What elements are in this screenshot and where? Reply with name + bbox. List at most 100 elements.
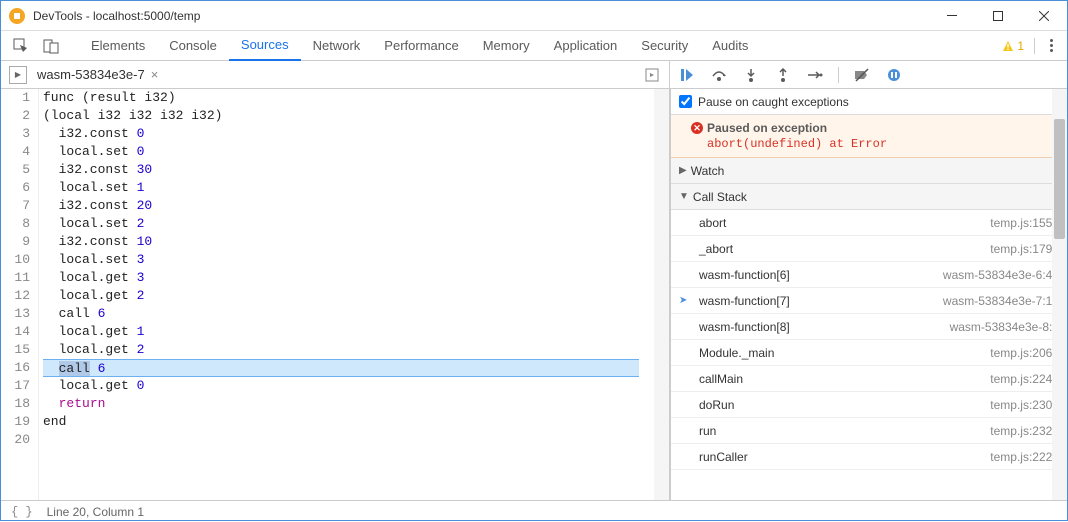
code-line[interactable]: local.get 0 xyxy=(43,377,654,395)
tab-memory[interactable]: Memory xyxy=(471,31,542,61)
stack-function: callMain xyxy=(699,372,743,386)
stack-frame[interactable]: doRuntemp.js:2308 xyxy=(671,392,1067,418)
code-line[interactable]: local.set 1 xyxy=(43,179,654,197)
code-line[interactable]: (local i32 i32 i32 i32) xyxy=(43,107,654,125)
line-number[interactable]: 9 xyxy=(1,233,30,251)
callstack-section-header[interactable]: ▼ Call Stack xyxy=(671,184,1067,210)
pause-on-exceptions-checkbox[interactable] xyxy=(679,95,692,108)
line-number[interactable]: 18 xyxy=(1,395,30,413)
line-number[interactable]: 17 xyxy=(1,377,30,395)
code-line[interactable]: func (result i32) xyxy=(43,89,654,107)
tab-audits[interactable]: Audits xyxy=(700,31,760,61)
line-number[interactable]: 14 xyxy=(1,323,30,341)
line-number[interactable]: 4 xyxy=(1,143,30,161)
tab-application[interactable]: Application xyxy=(542,31,630,61)
inspect-element-icon[interactable] xyxy=(9,34,33,58)
line-number[interactable]: 13 xyxy=(1,305,30,323)
stack-frame[interactable]: runtemp.js:2323 xyxy=(671,418,1067,444)
line-number[interactable]: 2 xyxy=(1,107,30,125)
stack-frame[interactable]: wasm-function[6]wasm-53834e3e-6:43 xyxy=(671,262,1067,288)
main-toolbar: ElementsConsoleSourcesNetworkPerformance… xyxy=(1,31,1067,61)
tab-performance[interactable]: Performance xyxy=(372,31,470,61)
line-number[interactable]: 5 xyxy=(1,161,30,179)
stack-function: abort xyxy=(699,216,726,230)
line-number[interactable]: 11 xyxy=(1,269,30,287)
line-number[interactable]: 16 xyxy=(1,359,30,377)
navigator-dropdown-icon[interactable]: ▶ xyxy=(9,66,27,84)
pause-on-exceptions-row[interactable]: Pause on caught exceptions xyxy=(671,89,1067,115)
code-line[interactable]: end xyxy=(43,413,654,431)
tab-elements[interactable]: Elements xyxy=(79,31,157,61)
pause-exceptions-button[interactable] xyxy=(885,66,903,84)
code-line[interactable]: call 6 xyxy=(43,359,639,377)
stack-frame[interactable]: runCallertemp.js:2224 xyxy=(671,444,1067,470)
code-line[interactable]: i32.const 10 xyxy=(43,233,654,251)
code-line[interactable]: call 6 xyxy=(43,305,654,323)
tab-console[interactable]: Console xyxy=(157,31,229,61)
stack-location: wasm-53834e3e-6:43 xyxy=(943,268,1059,282)
panel-tabs: ElementsConsoleSourcesNetworkPerformance… xyxy=(79,31,1002,61)
cursor-position: Line 20, Column 1 xyxy=(47,505,144,519)
code-area[interactable]: 1234567891011121314151617181920 func (re… xyxy=(1,89,669,500)
code-line[interactable]: local.get 2 xyxy=(43,341,654,359)
step-out-button[interactable] xyxy=(774,66,792,84)
stack-function: doRun xyxy=(699,398,734,412)
line-number[interactable]: 6 xyxy=(1,179,30,197)
code-line[interactable]: i32.const 0 xyxy=(43,125,654,143)
callstack-label: Call Stack xyxy=(693,190,747,204)
line-number[interactable]: 19 xyxy=(1,413,30,431)
tab-sources[interactable]: Sources xyxy=(229,31,301,61)
code-line[interactable] xyxy=(43,431,654,449)
stack-frame[interactable]: Module._maintemp.js:2062 xyxy=(671,340,1067,366)
devtools-icon xyxy=(9,8,25,24)
resume-button[interactable] xyxy=(678,66,696,84)
file-tab[interactable]: wasm-53834e3e-7 × xyxy=(37,67,158,82)
close-tab-icon[interactable]: × xyxy=(151,67,159,82)
step-over-button[interactable] xyxy=(710,66,728,84)
pause-on-exceptions-label: Pause on caught exceptions xyxy=(698,95,849,109)
paused-title: Paused on exception xyxy=(707,121,827,135)
scrollbar-thumb[interactable] xyxy=(1054,119,1065,239)
code-line[interactable]: local.set 0 xyxy=(43,143,654,161)
code-line[interactable]: return xyxy=(43,395,654,413)
stack-frame[interactable]: _aborttemp.js:1795 xyxy=(671,236,1067,262)
minimize-button[interactable] xyxy=(929,1,975,31)
stack-frame[interactable]: aborttemp.js:1558 xyxy=(671,210,1067,236)
line-number[interactable]: 15 xyxy=(1,341,30,359)
tab-network[interactable]: Network xyxy=(301,31,373,61)
stack-frame[interactable]: callMaintemp.js:2249 xyxy=(671,366,1067,392)
code-line[interactable]: local.get 2 xyxy=(43,287,654,305)
close-button[interactable] xyxy=(1021,1,1067,31)
code-line[interactable]: i32.const 30 xyxy=(43,161,654,179)
code-line[interactable]: i32.const 20 xyxy=(43,197,654,215)
editor-scrollbar[interactable] xyxy=(654,89,669,500)
tab-security[interactable]: Security xyxy=(629,31,700,61)
step-into-button[interactable] xyxy=(742,66,760,84)
code-line[interactable]: local.set 3 xyxy=(43,251,654,269)
line-number[interactable]: 10 xyxy=(1,251,30,269)
stack-function: run xyxy=(699,424,716,438)
stack-frame[interactable]: wasm-function[8]wasm-53834e3e-8:3 xyxy=(671,314,1067,340)
code-line[interactable]: local.get 3 xyxy=(43,269,654,287)
more-menu-icon[interactable] xyxy=(1043,39,1059,52)
stack-frame[interactable]: wasm-function[7]wasm-53834e3e-7:16 xyxy=(671,288,1067,314)
watch-section-header[interactable]: ▶ Watch xyxy=(671,158,1067,184)
step-button[interactable] xyxy=(806,66,824,84)
deactivate-breakpoints-button[interactable] xyxy=(853,66,871,84)
warnings-badge[interactable]: 1 xyxy=(1002,39,1024,53)
code-content[interactable]: func (result i32)(local i32 i32 i32 i32)… xyxy=(39,89,654,500)
code-line[interactable]: local.set 2 xyxy=(43,215,654,233)
line-number[interactable]: 3 xyxy=(1,125,30,143)
stack-location: temp.js:2224 xyxy=(990,450,1059,464)
pretty-print-icon[interactable]: { } xyxy=(11,505,33,519)
line-number[interactable]: 1 xyxy=(1,89,30,107)
more-tabs-icon[interactable] xyxy=(641,68,663,82)
device-toggle-icon[interactable] xyxy=(39,34,63,58)
maximize-button[interactable] xyxy=(975,1,1021,31)
line-number[interactable]: 12 xyxy=(1,287,30,305)
line-number[interactable]: 7 xyxy=(1,197,30,215)
line-number[interactable]: 8 xyxy=(1,215,30,233)
code-line[interactable]: local.get 1 xyxy=(43,323,654,341)
line-number[interactable]: 20 xyxy=(1,431,30,449)
debug-scrollbar[interactable] xyxy=(1052,89,1067,500)
